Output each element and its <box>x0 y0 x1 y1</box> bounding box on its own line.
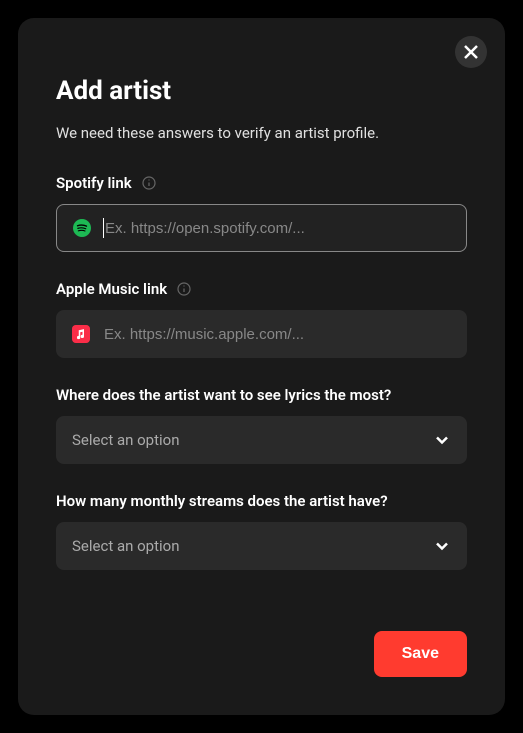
monthly-streams-select[interactable]: Select an option <box>56 522 467 570</box>
spotify-input[interactable] <box>105 205 450 251</box>
apple-music-icon <box>72 325 90 343</box>
spotify-field: Spotify link <box>56 174 467 252</box>
spotify-icon <box>73 219 91 237</box>
lyrics-preference-label: Where does the artist want to see lyrics… <box>56 386 391 404</box>
spotify-label: Spotify link <box>56 174 132 192</box>
modal-title: Add artist <box>56 76 467 106</box>
chevron-down-icon <box>433 431 451 449</box>
apple-music-input[interactable] <box>104 310 451 358</box>
add-artist-modal: Add artist We need these answers to veri… <box>18 18 505 715</box>
select-placeholder: Select an option <box>72 537 179 555</box>
select-placeholder: Select an option <box>72 431 179 449</box>
apple-music-input-wrapper <box>56 310 467 358</box>
info-icon[interactable] <box>177 282 191 296</box>
spotify-input-wrapper <box>56 204 467 252</box>
monthly-streams-field: How many monthly streams does the artist… <box>56 492 467 570</box>
apple-music-label: Apple Music link <box>56 280 167 298</box>
apple-music-field: Apple Music link <box>56 280 467 358</box>
close-icon <box>464 45 478 59</box>
lyrics-preference-field: Where does the artist want to see lyrics… <box>56 386 467 464</box>
lyrics-preference-select[interactable]: Select an option <box>56 416 467 464</box>
modal-subtitle: We need these answers to verify an artis… <box>56 124 467 142</box>
save-button[interactable]: Save <box>374 631 467 677</box>
chevron-down-icon <box>433 537 451 555</box>
info-icon[interactable] <box>142 176 156 190</box>
monthly-streams-label: How many monthly streams does the artist… <box>56 492 388 510</box>
close-button[interactable] <box>455 36 487 68</box>
